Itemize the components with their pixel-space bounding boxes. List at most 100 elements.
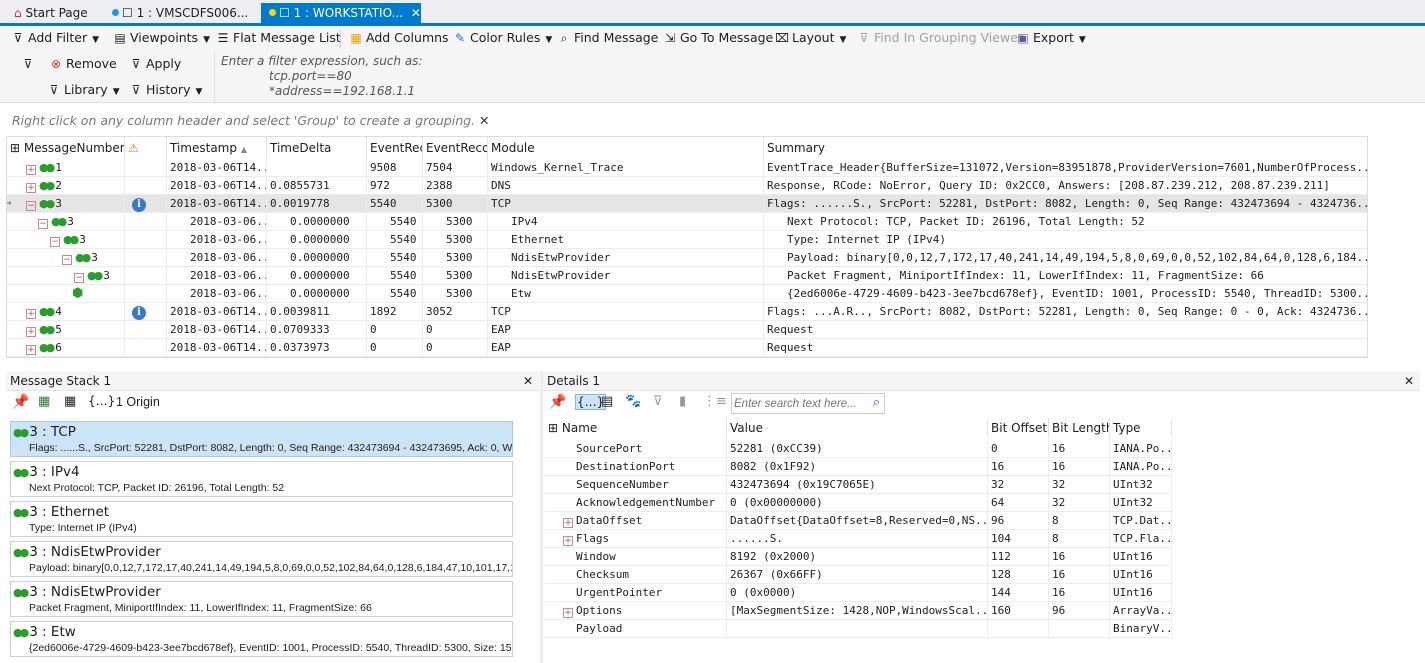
info-icon[interactable]: i — [132, 198, 146, 212]
viewpoints-button[interactable]: ▤ Viewpoints ▼ — [112, 27, 210, 49]
details-column-name[interactable]: ⊞ Name — [545, 418, 727, 438]
expand-toggle-icon[interactable]: − — [74, 273, 84, 283]
library-button[interactable]: ⊽ Library ▼ — [46, 79, 120, 101]
expand-toggle-icon[interactable]: − — [62, 255, 72, 265]
details-column-value[interactable]: Value — [727, 418, 988, 438]
column-header-module[interactable]: Module — [488, 137, 764, 159]
close-icon[interactable]: ✕ — [411, 6, 421, 20]
details-cell-name: UrgentPointer — [545, 584, 727, 602]
pin-icon[interactable]: 📌 — [12, 394, 29, 410]
column-header-timestamp[interactable]: Timestamp ▲ — [167, 137, 267, 159]
close-icon[interactable]: ✕ — [479, 113, 489, 128]
expand-toggle-icon[interactable]: − — [26, 201, 36, 211]
stack-card[interactable]: ●● 3 : Etw {2ed6006e-4729-4609-b423-3ee7bc… — [10, 621, 513, 657]
column-header-eventrec[interactable]: EventRec — [367, 137, 423, 159]
go-to-message-button[interactable]: ⇲ Go To Message — [662, 27, 773, 49]
filter-expression-input[interactable]: Enter a filter expression, such as: tcp.… — [214, 52, 1419, 102]
details-row[interactable]: Payload BinaryV... — [545, 620, 1172, 638]
table-row[interactable]: −●●3 2018-03-06...0.000000055405300NdisEt… — [7, 267, 1367, 285]
table-view-icon[interactable]: ▦ — [64, 394, 76, 409]
expand-toggle-icon[interactable]: − — [38, 219, 48, 229]
table-row[interactable]: ➜−●●3i2018-03-06T14...0.001977855405300T… — [7, 195, 1367, 213]
details-search-input[interactable] — [734, 395, 862, 412]
tab-start-page[interactable]: ⌂ Start Page — [6, 3, 96, 23]
paw-icon[interactable]: 🐾 — [625, 394, 641, 409]
tree-icon[interactable]: ⋮≡ — [703, 394, 727, 409]
add-filter-button[interactable]: ⊽ Add Filter ▼ — [10, 27, 99, 49]
details-cell-bit-length: 16 — [1049, 566, 1110, 584]
fields-icon[interactable]: {…} — [88, 394, 115, 408]
expand-toggle-icon[interactable]: + — [563, 518, 573, 528]
details-column-bit-offset[interactable]: Bit Offset — [988, 418, 1049, 438]
table-row[interactable]: + ●● 6 2018-03-06T14... 0.0373973 0 0 EAP Reques… — [7, 339, 1367, 357]
cell-timestamp: 2018-03-06... — [167, 285, 267, 303]
details-row[interactable]: + DataOffset DataOffset{DataOffset=8,Reser… — [545, 512, 1172, 530]
cell-timestamp: 2018-03-06... — [167, 213, 267, 231]
tab-vmscdfs[interactable]: ☐ 1 : VMSCDFS006... — [104, 3, 256, 23]
table-row[interactable]: −●●3 2018-03-06...0.000000055405300NdisEt… — [7, 249, 1367, 267]
table-row[interactable]: −●●3 2018-03-06...0.000000055405300Ethern… — [7, 231, 1367, 249]
stack-card[interactable]: ●● 3 : NdisEtwProvider Packet Fragment, Mi… — [10, 581, 513, 617]
close-icon[interactable]: ✕ — [1404, 371, 1414, 391]
find-icon: ⌕ — [560, 31, 568, 45]
filter-toggle-button[interactable]: ⊽ — [20, 53, 38, 75]
column-header-diagnosis[interactable]: ⚠ — [125, 137, 167, 159]
add-columns-button[interactable]: ▦ Add Columns — [348, 27, 448, 49]
grid-view-icon[interactable]: ▦ — [38, 394, 50, 409]
info-icon[interactable]: i — [132, 306, 146, 320]
add-column-icon[interactable]: ▮ — [679, 394, 686, 409]
details-row[interactable]: +Flags......S.1048TCP.Fla... — [545, 530, 1172, 548]
close-icon[interactable]: ✕ — [523, 371, 533, 391]
details-row[interactable]: UrgentPointer 0 (0x0000) 144 16 UInt16 — [545, 584, 1172, 602]
details-row[interactable]: + Options [MaxSegmentSize: 1428,NOP,Window… — [545, 602, 1172, 620]
cell-module: EAP — [488, 321, 764, 339]
column-header-message-number[interactable]: ⊞ MessageNumber — [7, 137, 125, 159]
add-filter-icon[interactable]: ⊽ — [653, 394, 663, 409]
cell-eventrecor: 2388 — [423, 177, 488, 195]
find-in-grouping-viewer-button[interactable]: ⊽ Find In Grouping Viewer — [856, 27, 1023, 49]
expand-toggle-icon[interactable]: − — [50, 237, 60, 247]
details-row[interactable]: SequenceNumber 432473694 (0x19C7065E) 32 32… — [545, 476, 1172, 494]
table-row[interactable]: + ●● 5 2018-03-06T14... 0.0709333 0 0 EAP Reques… — [7, 321, 1367, 339]
pin-icon[interactable]: 📌 — [549, 394, 566, 410]
expand-toggle-icon[interactable]: + — [563, 608, 573, 618]
table-row[interactable]: + ●● 2 2018-03-06T14... 0.0855731 972 2388 DNS R… — [7, 177, 1367, 195]
remove-button[interactable]: ⊗ Remove — [48, 53, 117, 75]
expand-toggle-icon[interactable]: + — [26, 345, 36, 355]
find-message-button[interactable]: ⌕ Find Message — [556, 27, 659, 49]
column-header-eventrecor[interactable]: EventRecor — [423, 137, 488, 159]
filter-icon: ⊽ — [13, 31, 23, 45]
column-header-summary[interactable]: Summary — [764, 137, 1367, 159]
flat-message-list-button[interactable]: ☰ Flat Message List — [215, 27, 341, 49]
table-row[interactable]: −●●3 2018-03-06...0.000000055405300IPv4Ne… — [7, 213, 1367, 231]
details-row[interactable]: SourcePort52281 (0xCC39)016IANA.Po... — [545, 440, 1172, 458]
table-row[interactable]: + ●● 4 i 2018-03-06T14... 0.0039811 1892 3052 TC… — [7, 303, 1367, 321]
expand-toggle-icon[interactable]: + — [563, 536, 573, 546]
stack-card[interactable]: ●● 3 : TCP Flags: ......S., SrcPort: 52281… — [10, 421, 513, 457]
apply-button[interactable]: ⊽ Apply — [128, 53, 182, 75]
stack-card[interactable]: ●● 3 : IPv4 Next Protocol: TCP, Packet ID:… — [10, 461, 513, 497]
table-row[interactable]: ⬢ 2018-03-06...0.000000055405300Etw{2ed60… — [7, 285, 1367, 303]
export-button[interactable]: ▣ Export ▼ — [1015, 27, 1086, 49]
hex-view-icon[interactable]: ▤ — [601, 394, 613, 409]
details-row[interactable]: Checksum 26367 (0x66FF) 128 16 UInt16 — [545, 566, 1172, 584]
cell-module: EAP — [488, 339, 764, 357]
color-rules-button[interactable]: ✎ Color Rules ▼ — [452, 27, 552, 49]
stack-card[interactable]: ●● 3 : NdisEtwProvider Payload: binary[0,0… — [10, 541, 513, 577]
expand-toggle-icon[interactable]: + — [26, 327, 36, 337]
stack-card[interactable]: ●● 3 : Ethernet Type: Internet IP (IPv4) — [10, 501, 513, 537]
expand-toggle-icon[interactable]: + — [26, 309, 36, 319]
search-icon[interactable]: ⌕ — [873, 395, 880, 410]
tab-workstation[interactable]: ☐ 1 : WORKSTATIO... ✕ — [261, 3, 421, 23]
expand-toggle-icon[interactable]: + — [26, 183, 36, 193]
details-row[interactable]: DestinationPort 8082 (0x1F92) 16 16 IANA.Po.… — [545, 458, 1172, 476]
details-column-type[interactable]: Type — [1110, 418, 1172, 438]
details-row[interactable]: Window 8192 (0x2000) 112 16 UInt16 — [545, 548, 1172, 566]
column-header-timedelta[interactable]: TimeDelta — [267, 137, 367, 159]
history-button[interactable]: ⊽ History ▼ — [128, 79, 203, 101]
expand-toggle-icon[interactable]: + — [26, 165, 36, 175]
details-column-bit-length[interactable]: Bit Length — [1049, 418, 1110, 438]
details-row[interactable]: AcknowledgementNumber 0 (0x00000000) 64 32 U… — [545, 494, 1172, 512]
layout-button[interactable]: ⌧ Layout ▼ — [774, 27, 846, 49]
table-row[interactable]: + ●● 1 2018-03-06T14... 9508 7504 Windows_Kern… — [7, 159, 1367, 177]
